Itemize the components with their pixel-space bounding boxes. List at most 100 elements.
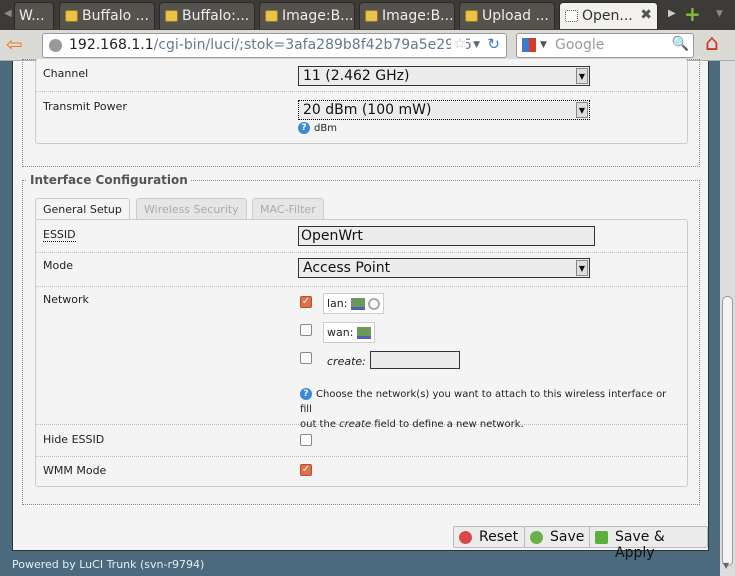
tab-list-chevron-icon[interactable]: ▼ (716, 9, 723, 19)
reset-button[interactable]: Reset (453, 526, 526, 548)
channel-value: 11 (2.462 GHz) (303, 68, 410, 84)
url-host: 192.168.1.1 (69, 37, 154, 53)
network-label: Network (43, 293, 89, 306)
ethernet-icon (356, 327, 371, 339)
wmm-checkbox[interactable]: ✓ (300, 464, 312, 476)
folder-icon (265, 10, 278, 22)
channel-select[interactable]: 11 (2.462 GHz) ▼ (298, 66, 590, 86)
create-label: create: (327, 355, 366, 368)
wifi-icon (367, 298, 380, 310)
mode-row: Mode Access Point ▼ (36, 253, 687, 287)
browser-tab-bar: ◀ W... Buffalo ... Buffalo:... Image:B..… (0, 0, 735, 30)
scroll-down-arrow-icon[interactable]: ▼ (723, 561, 729, 570)
google-engine-icon[interactable] (522, 38, 536, 52)
folder-icon (465, 10, 478, 22)
tab-title: Open... (582, 8, 633, 24)
txpower-label: Transmit Power (43, 100, 127, 113)
footer-powered-by: Powered by LuCI Trunk (svn-r9794) (12, 558, 205, 571)
network-wan-name: wan: (327, 326, 354, 339)
device-configuration-fieldset: Channel 11 (2.462 GHz) ▼ Transmit Power 2… (22, 59, 700, 167)
tab-title: Buffalo ... (82, 8, 149, 24)
url-bar[interactable]: 192.168.1.1/cgi-bin/luci/;stok=3afa289b8… (42, 33, 507, 58)
close-tab-icon[interactable]: ✖ (640, 7, 652, 23)
scroll-tabs-right-icon[interactable]: ▶ (668, 8, 676, 19)
network-row: Network ✓ lan: wan: create: ? Choose the … (36, 287, 687, 430)
network-create-checkbox[interactable] (300, 352, 312, 364)
navigation-toolbar: ⇦ 192.168.1.1/cgi-bin/luci/;stok=3afa289… (0, 30, 735, 61)
search-engine-dropdown-icon[interactable]: ▼ (540, 40, 547, 50)
network-wan-option[interactable]: wan: (323, 322, 375, 343)
tab-wireless-security[interactable]: Wireless Security (136, 198, 247, 219)
check-icon (530, 531, 543, 544)
browser-tab[interactable]: Image:B... (359, 2, 455, 29)
channel-row: Channel 11 (2.462 GHz) ▼ (36, 59, 687, 92)
essid-input[interactable]: OpenWrt (298, 226, 595, 246)
tab-title: Image:B... (282, 8, 354, 24)
help-icon: ? (300, 388, 312, 400)
network-wan-checkbox[interactable] (300, 324, 312, 336)
reset-icon (459, 531, 472, 544)
back-arrow-icon[interactable]: ⇦ (6, 32, 23, 56)
tab-title: W... (19, 8, 45, 24)
bookmark-star-icon[interactable]: ☆ (451, 36, 466, 52)
wmm-row: WMM Mode ✓ (36, 457, 687, 487)
hide-essid-row: Hide ESSID (36, 425, 687, 457)
scroll-tabs-left-icon[interactable]: ◀ (4, 8, 12, 19)
search-bar[interactable]: ▼ Google 🔍 (516, 33, 694, 58)
page-scrollbar[interactable]: ▼ (720, 61, 735, 576)
device-settings-box: Channel 11 (2.462 GHz) ▼ Transmit Power 2… (35, 59, 688, 144)
section-tabs: General Setup Wireless Security MAC-Filt… (35, 198, 688, 220)
network-lan-name: lan: (327, 297, 348, 310)
scrollbar-thumb[interactable] (722, 296, 733, 566)
essid-label: ESSID (43, 228, 76, 242)
interface-configuration-fieldset: Interface Configuration General Setup Wi… (22, 173, 700, 505)
save-button[interactable]: Save (524, 526, 592, 548)
search-placeholder: Google (555, 37, 605, 53)
txpower-help: ? dBm (298, 122, 337, 134)
dropdown-arrow-icon: ▼ (576, 260, 588, 276)
tab-title: Buffalo:... (182, 8, 250, 24)
browser-tab[interactable]: Image:B... (259, 2, 355, 29)
tab-title: Image:B... (382, 8, 454, 24)
save-label: Save (550, 529, 585, 545)
create-network-input[interactable] (370, 351, 460, 369)
search-magnifier-icon[interactable]: 🔍 (672, 36, 689, 52)
new-tab-plus-icon[interactable]: + (684, 2, 701, 26)
browser-tab[interactable]: Upload ... (459, 2, 555, 29)
tab-general-setup[interactable]: General Setup (35, 198, 130, 220)
browser-tab-active[interactable]: Open... ✖ (559, 2, 658, 29)
browser-tab[interactable]: Buffalo ... (59, 2, 155, 29)
ethernet-icon (350, 298, 365, 310)
hide-essid-checkbox[interactable] (300, 434, 312, 446)
network-lan-option[interactable]: lan: (323, 293, 384, 314)
tab-mac-filter[interactable]: MAC-Filter (252, 198, 324, 219)
hide-essid-label: Hide ESSID (43, 433, 105, 446)
txpower-value: 20 dBm (100 mW) (303, 102, 432, 118)
reload-icon[interactable]: ↻ (487, 35, 500, 53)
tab-title: Upload ... (482, 8, 549, 24)
interface-configuration-legend: Interface Configuration (27, 173, 191, 187)
network-help-line1: Choose the network(s) you want to attach… (300, 389, 667, 415)
network-lan-checkbox[interactable]: ✓ (300, 296, 312, 308)
txpower-help-text: dBm (314, 123, 337, 134)
save-apply-label: Save & Apply (615, 529, 665, 561)
dropdown-arrow-icon: ▼ (576, 102, 588, 118)
folder-icon (365, 10, 378, 22)
url-path: /cgi-bin/luci/;stok=3afa289b8f42b79a5e29… (153, 37, 472, 53)
url-dropdown-icon[interactable]: ▼ (473, 40, 480, 50)
browser-tab[interactable]: W... (14, 2, 54, 29)
browser-tab[interactable]: Buffalo:... (159, 2, 255, 29)
wmm-label: WMM Mode (43, 464, 107, 477)
apply-icon (595, 531, 608, 544)
globe-icon (49, 39, 62, 52)
dropdown-arrow-icon: ▼ (576, 68, 588, 84)
mode-label: Mode (43, 259, 73, 272)
general-setup-box: ESSID OpenWrt Mode Access Point ▼ Network… (35, 219, 688, 487)
save-apply-button[interactable]: Save & Apply (589, 526, 708, 561)
mode-value: Access Point (303, 260, 391, 276)
blank-page-icon (565, 10, 578, 22)
mode-select[interactable]: Access Point ▼ (298, 258, 590, 278)
home-icon[interactable]: ⌂ (705, 31, 719, 56)
channel-label: Channel (43, 67, 89, 80)
txpower-select[interactable]: 20 dBm (100 mW) ▼ (298, 100, 590, 120)
